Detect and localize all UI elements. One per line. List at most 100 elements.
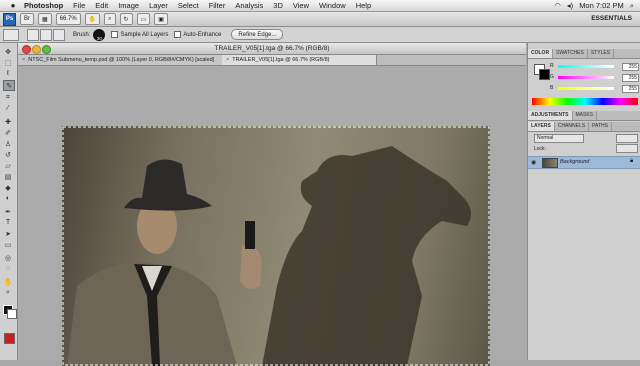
menu-analysis[interactable]: Analysis — [235, 1, 263, 10]
tab-masks[interactable]: MASKS — [573, 111, 598, 120]
close-tab-icon[interactable]: × — [22, 55, 25, 65]
sample-all-layers-checkbox[interactable] — [111, 31, 119, 38]
close-window-icon[interactable] — [22, 45, 31, 54]
blue-label: B — [550, 85, 554, 91]
menu-image[interactable]: Image — [118, 1, 139, 10]
color-spectrum-bar[interactable] — [532, 98, 638, 105]
options-bar: Brush: 30 Sample All Layers Auto-Enhance… — [0, 27, 640, 43]
menu-filter[interactable]: Filter — [209, 1, 226, 10]
eyedropper-tool-icon[interactable]: ⁄ — [3, 104, 13, 113]
document-title: TRAILER_V05[1].tga @ 66.7% (RGB/8) — [214, 45, 330, 52]
eye-icon[interactable]: ◉ — [531, 159, 536, 166]
3d-orbit-tool-icon[interactable]: ◌ — [3, 264, 13, 273]
brush-label: Brush: — [73, 31, 91, 38]
eraser-tool-icon[interactable]: ▱ — [3, 161, 13, 170]
shape-tool-icon[interactable]: ▭ — [3, 240, 13, 249]
3d-rotate-tool-icon[interactable]: ◎ — [3, 253, 13, 262]
tab-adjustments[interactable]: ADJUSTMENTS — [528, 111, 573, 120]
arrange-documents-button[interactable]: ▭ — [136, 13, 151, 25]
move-tool-icon[interactable]: ✥ — [3, 47, 13, 56]
close-tab-icon[interactable]: × — [226, 55, 229, 65]
menu-file[interactable]: File — [73, 1, 85, 10]
menu-window[interactable]: Window — [319, 1, 346, 10]
hand-tool-button[interactable]: ✋ — [84, 13, 101, 25]
auto-enhance-checkbox[interactable] — [174, 31, 182, 38]
green-value[interactable]: 255 — [622, 74, 639, 82]
tab-trailer[interactable]: × TRAILER_V05[1].tga @ 66.7% (RGB/8) — [222, 55, 377, 65]
opacity-field[interactable] — [616, 134, 638, 143]
gradient-tool-icon[interactable]: ▤ — [3, 172, 13, 181]
quick-selection-tool-icon[interactable]: ✎ — [3, 80, 15, 91]
tab-channels[interactable]: CHANNELS — [555, 122, 590, 131]
apple-menu-icon[interactable]: ● — [8, 1, 18, 10]
photoshop-logo: Ps — [3, 12, 16, 26]
add-to-selection-button[interactable] — [40, 28, 52, 41]
clone-stamp-tool-icon[interactable]: ♙ — [3, 139, 13, 148]
green-slider[interactable] — [558, 76, 614, 79]
refine-edge-button[interactable]: Refine Edge... — [231, 29, 284, 40]
blend-mode-dropdown[interactable]: Normal — [534, 134, 584, 143]
trailer-image[interactable] — [62, 126, 490, 366]
bridge-button[interactable]: Br — [20, 13, 34, 25]
menu-3d[interactable]: 3D — [273, 1, 283, 10]
marquee-tool-icon[interactable]: ⬚ — [3, 58, 13, 67]
tab-paths[interactable]: PATHS — [589, 122, 612, 131]
healing-brush-tool-icon[interactable]: ✚ — [3, 117, 13, 126]
layer-row-background[interactable]: ◉ Background 🔒︎ — [528, 156, 640, 169]
clock[interactable]: Mon 7:02 PM — [579, 1, 624, 10]
refine-edge-label: Refine Edge... — [238, 31, 277, 38]
layer-name: Background — [560, 159, 590, 165]
hand-tool-icon[interactable]: ✋ — [3, 277, 13, 286]
workspace-switcher[interactable]: ESSENTIALS — [591, 15, 632, 22]
menu-edit[interactable]: Edit — [95, 1, 108, 10]
zoom-tool-icon[interactable]: ⌕ — [3, 288, 13, 297]
lasso-tool-icon[interactable]: ℓ — [3, 69, 13, 78]
zoom-tool-button[interactable]: ⌕ — [104, 13, 116, 25]
tab-layers[interactable]: LAYERS — [528, 122, 555, 131]
document-window: TRAILER_V05[1].tga @ 66.7% (RGB/8) × NTSC… — [18, 43, 526, 366]
tab-styles[interactable]: STYLES — [588, 49, 615, 58]
blue-slider[interactable] — [558, 87, 614, 90]
spotlight-icon[interactable]: ⌕ — [630, 1, 634, 11]
tab-swatches[interactable]: SWATCHES — [553, 49, 588, 58]
tab-color[interactable]: COLOR — [528, 49, 554, 58]
crop-tool-icon[interactable]: ⌗ — [3, 93, 13, 102]
menu-view[interactable]: View — [293, 1, 309, 10]
volume-icon[interactable]: ◂) — [567, 1, 573, 10]
mac-menu-bar: ● Photoshop File Edit Image Layer Select… — [0, 0, 640, 12]
image-content — [62, 126, 490, 366]
tool-preset-picker[interactable] — [3, 28, 19, 41]
dodge-tool-icon[interactable]: ◐ — [3, 194, 13, 203]
canvas-area[interactable] — [18, 66, 526, 366]
rotate-view-button[interactable]: ↻ — [119, 13, 133, 25]
guides-button[interactable]: ▦ — [38, 13, 52, 25]
zoom-level-dropdown[interactable]: 66.7% — [55, 13, 81, 25]
history-brush-tool-icon[interactable]: ↺ — [3, 150, 13, 159]
menu-select[interactable]: Select — [178, 1, 199, 10]
type-tool-icon[interactable]: T — [3, 218, 13, 227]
blue-value[interactable]: 255 — [622, 85, 639, 93]
blend-mode-value: Normal — [537, 135, 554, 141]
subtract-from-selection-button[interactable] — [53, 28, 65, 41]
tab-ntsc-film-submenu[interactable]: × NTSC_Film Submenu_temp.psd @ 100% (Laye… — [18, 55, 226, 65]
brush-picker[interactable]: 30 — [93, 28, 106, 41]
color-panel-background-swatch[interactable] — [539, 69, 550, 80]
background-color-swatch[interactable] — [7, 309, 17, 319]
zoom-window-icon[interactable] — [42, 45, 51, 54]
minimize-window-icon[interactable] — [32, 45, 41, 54]
quick-mask-icon[interactable] — [4, 333, 15, 344]
pen-tool-icon[interactable]: ✒ — [3, 207, 13, 216]
screen-mode-button[interactable]: ▣ — [154, 13, 168, 25]
path-selection-tool-icon[interactable]: ➤ — [3, 229, 13, 238]
brush-tool-icon[interactable]: ✐ — [3, 128, 13, 137]
menu-layer[interactable]: Layer — [149, 1, 168, 10]
red-slider[interactable] — [558, 65, 614, 68]
blur-tool-icon[interactable]: ◆ — [3, 183, 13, 192]
fill-field[interactable] — [616, 144, 638, 153]
menu-help[interactable]: Help — [356, 1, 371, 10]
wifi-icon[interactable]: ◠ — [554, 1, 561, 10]
status-area: ◠ ◂) Mon 7:02 PM ⌕ — [554, 0, 634, 11]
red-value[interactable]: 255 — [622, 63, 639, 71]
new-selection-button[interactable] — [27, 28, 39, 41]
menu-app-name[interactable]: Photoshop — [24, 1, 63, 10]
